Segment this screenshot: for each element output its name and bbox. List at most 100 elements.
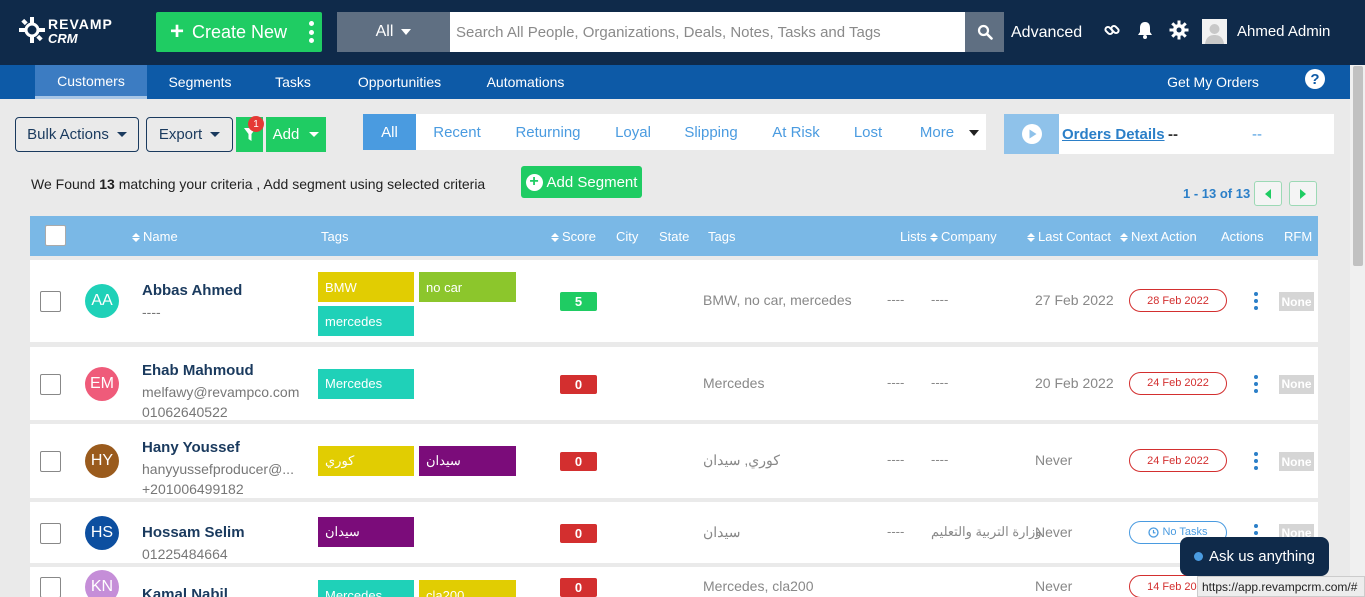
pagination-info: 1 - 13 of 13 [1183,186,1251,201]
get-my-orders-link[interactable]: Get My Orders [1160,65,1266,99]
tab-more[interactable]: More [911,114,963,150]
global-search-input[interactable] [450,12,965,52]
col-tags: Tags [321,229,349,244]
col-actions: Actions [1221,229,1264,244]
results-count: 13 [99,176,115,192]
prev-page-button[interactable] [1254,181,1282,206]
link-icon[interactable] [1101,19,1123,41]
chat-widget-button[interactable]: Ask us anything [1180,537,1329,576]
company-value: ---- [931,374,949,390]
nav-opportunities[interactable]: Opportunities [351,65,448,99]
next-action-date[interactable]: 24 Feb 2022 [1129,449,1227,472]
bulk-actions-button[interactable]: Bulk Actions [15,117,139,152]
main-nav: Customers Segments Tasks Opportunities A… [0,65,1350,99]
tag-chip[interactable]: سيدان [419,446,516,476]
tag-chip[interactable]: Mercedes [318,368,414,399]
next-action-date[interactable]: 24 Feb 2022 [1129,371,1227,395]
tag-chip[interactable]: BMW [318,272,414,302]
avatar[interactable]: KN [85,570,119,597]
table-row[interactable]: HY Hany Youssef hanyyussefproducer@... +201… [30,424,1318,498]
next-action-date[interactable]: 28 Feb 2022 [1129,289,1227,312]
plus-circle-icon: + [525,173,543,191]
row-actions-menu-icon[interactable] [1253,292,1259,310]
avatar[interactable]: HS [85,515,119,550]
tag-chip[interactable]: mercedes [318,306,414,336]
tab-recent[interactable]: Recent [425,114,489,150]
tab-loyal[interactable]: Loyal [607,114,659,150]
segment-tabs: All Recent Returning Loyal Slipping At R… [363,114,986,150]
nav-tasks[interactable]: Tasks [267,65,319,99]
tab-all[interactable]: All [363,114,416,150]
revamp-crm-logo[interactable]: REVAMP CRM [18,14,118,48]
more-vertical-icon[interactable] [308,21,314,43]
row-checkbox[interactable] [40,291,61,312]
row-checkbox[interactable] [40,577,61,597]
row-checkbox[interactable] [40,373,61,395]
customer-phone: 01062640522 [142,404,228,420]
next-page-button[interactable] [1289,181,1317,206]
top-header: REVAMP CRM + Create New All Advanced [0,0,1365,65]
tab-returning[interactable]: Returning [506,114,590,150]
user-silhouette-icon [1202,19,1227,44]
sort-icon [132,233,140,243]
create-new-button[interactable]: + Create New [156,12,322,52]
tab-at-risk[interactable]: At Risk [763,114,829,150]
tag-chip[interactable]: no car [419,272,516,302]
customer-name-link[interactable]: Abbas Ahmed [142,282,242,299]
table-row[interactable]: AA Abbas Ahmed ---- BMW no car mercedes 5 BMW, … [30,260,1318,342]
sort-icon [1027,233,1035,243]
table-row[interactable]: EM Ehab Mahmoud melfawy@revampco.com 010626… [30,347,1318,420]
table-row[interactable]: HS Hossam Selim 01225484664 سيدان 0 سيدان ----… [30,502,1318,563]
export-button[interactable]: Export [146,117,233,152]
tag-chip[interactable]: سيدان [318,517,414,547]
add-button[interactable]: Add [266,117,326,152]
nav-customers[interactable]: Customers [35,65,147,99]
row-actions-menu-icon[interactable] [1253,452,1259,470]
tab-slipping[interactable]: Slipping [676,114,746,150]
customer-name-link[interactable]: Hany Youssef [142,439,240,456]
tags-text: Mercedes, cla200 [703,578,814,594]
row-checkbox[interactable] [40,451,61,472]
search-scope-dropdown[interactable]: All [337,12,450,52]
orders-play-button[interactable] [1004,114,1059,154]
chevron-down-icon[interactable] [969,130,979,136]
col-name[interactable]: Name [132,229,178,244]
help-icon[interactable]: ? [1305,69,1325,89]
customer-name-link[interactable]: Hossam Selim [142,524,245,541]
chevron-left-icon [1265,188,1271,199]
nav-segments[interactable]: Segments [160,65,240,99]
filter-count-badge: 1 [248,116,264,132]
advanced-search-link[interactable]: Advanced [1011,24,1082,42]
orders-details-link[interactable]: Orders Details [1062,126,1165,143]
add-segment-button[interactable]: + Add Segment [521,166,642,198]
user-name[interactable]: Ahmed Admin [1237,23,1330,40]
tag-chip[interactable]: Mercedes [318,580,414,597]
col-last-contact[interactable]: Last Contact [1027,229,1111,244]
select-all-checkbox[interactable] [45,225,66,246]
row-checkbox[interactable] [40,522,61,544]
col-next-action[interactable]: Next Action [1120,229,1197,244]
chevron-down-icon [401,29,412,35]
avatar[interactable]: EM [85,366,119,401]
table-row[interactable]: KN Kamal Nabil Mercedes cla200 0 Mercedes, cl… [30,567,1318,597]
customer-name-link[interactable]: Ehab Mahmoud [142,362,254,379]
tag-chip[interactable]: cla200 [419,580,516,597]
gear-icon[interactable] [1168,19,1190,41]
add-segment-label: Add Segment [546,173,638,191]
nav-automations[interactable]: Automations [478,65,573,99]
row-actions-menu-icon[interactable] [1253,374,1259,393]
tags-text: سيدان [703,523,741,540]
logo-text-revamp: REVAMP [48,16,113,32]
avatar[interactable]: HY [85,444,119,478]
tag-chip[interactable]: كوري [318,446,414,476]
tab-lost[interactable]: Lost [846,114,890,150]
results-summary: We Found 13 matching your criteria , Add… [31,176,485,192]
user-avatar[interactable] [1202,19,1227,44]
customer-name-link[interactable]: Kamal Nabil [142,586,228,597]
col-score[interactable]: Score [551,229,596,244]
bell-icon[interactable] [1134,19,1156,41]
avatar[interactable]: AA [85,284,119,318]
page-scrollbar-thumb[interactable] [1353,66,1363,266]
col-company[interactable]: Company [930,229,997,244]
search-button[interactable] [965,12,1004,52]
